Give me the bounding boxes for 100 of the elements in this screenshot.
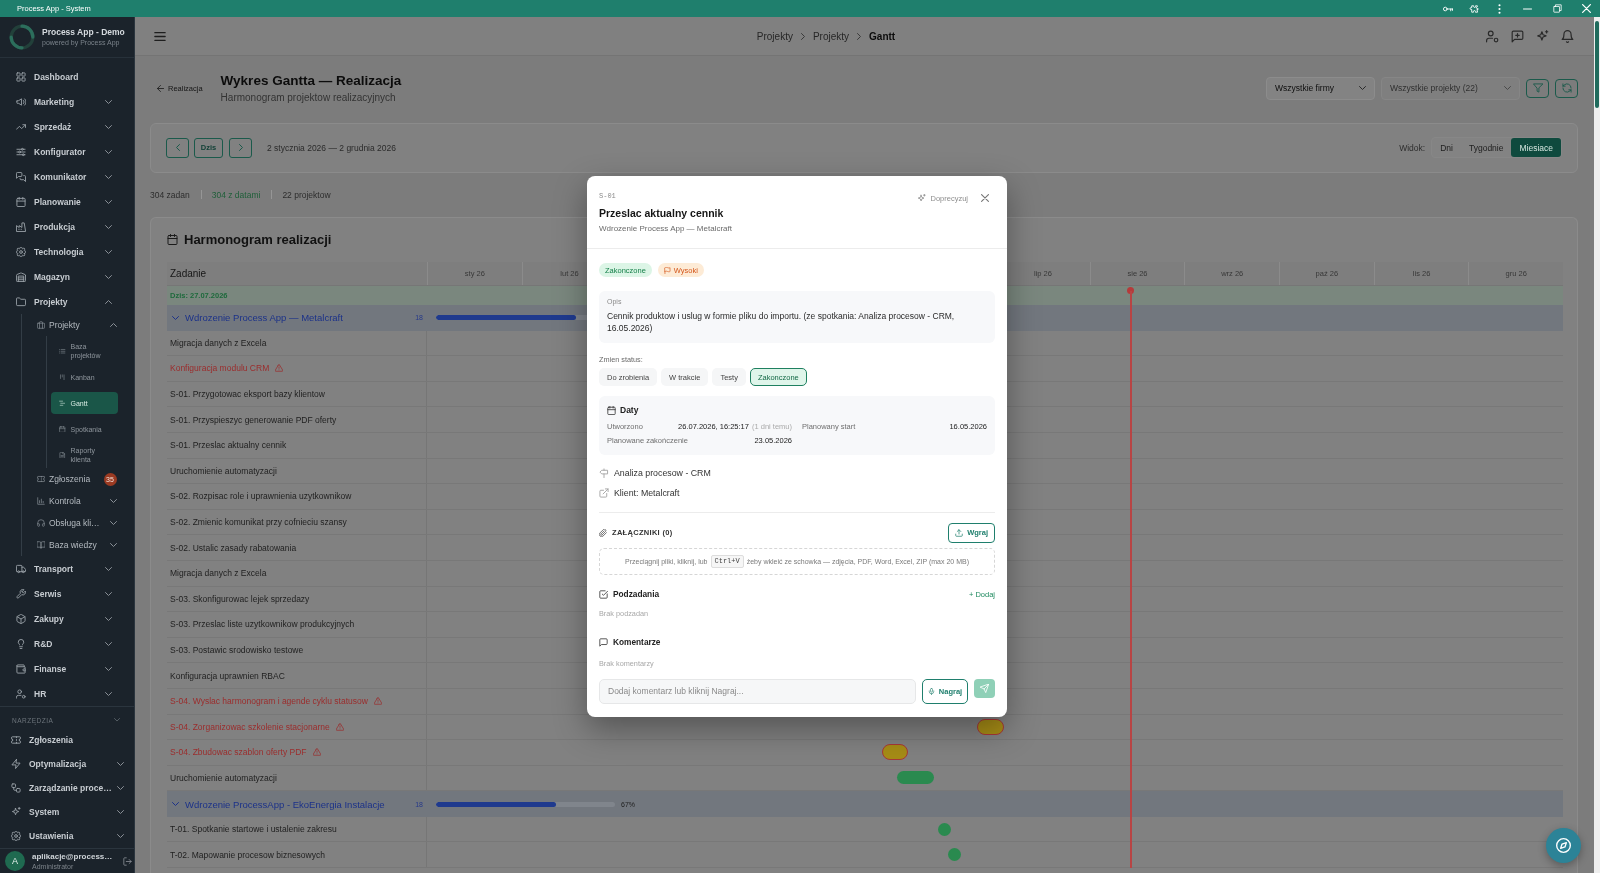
sidebar-item[interactable]: Optymalizacja bbox=[0, 752, 117, 776]
task-name[interactable]: S-03. Skonfigurowac lejek sprzedazy bbox=[170, 593, 310, 604]
sidebar-item[interactable]: Technologia bbox=[0, 239, 105, 264]
chevron-down-icon[interactable] bbox=[105, 174, 112, 179]
sidebar-item[interactable]: Zarządzanie proce… bbox=[0, 776, 117, 800]
kebab-menu-icon[interactable] bbox=[1498, 3, 1501, 14]
breadcrumb-link[interactable]: Projekty bbox=[756, 30, 793, 42]
wallet-icon bbox=[16, 663, 26, 674]
logout-icon[interactable] bbox=[123, 856, 132, 866]
view-tab[interactable]: Dni bbox=[1432, 138, 1461, 158]
chevron-down-icon[interactable] bbox=[116, 786, 124, 790]
sidebar-item[interactable]: Finanse bbox=[0, 656, 105, 681]
grid-icon bbox=[16, 71, 26, 82]
chevron-down-icon[interactable] bbox=[105, 566, 112, 571]
sidebar-item[interactable]: Konfigurator bbox=[0, 139, 105, 164]
task-name[interactable]: Uruchomienie automatyzacji bbox=[170, 773, 277, 783]
sidebar-item[interactable]: Marketing bbox=[0, 89, 105, 114]
sidebar-item[interactable]: Magazyn bbox=[0, 264, 105, 289]
chevron-down-icon[interactable] bbox=[105, 199, 112, 204]
task-name[interactable]: S-01. Przeslac aktualny cennik bbox=[170, 440, 287, 451]
comment-input[interactable]: Dodaj komentarz lub kliknij Nagraj... bbox=[599, 679, 916, 704]
chevron-down-icon[interactable] bbox=[105, 666, 112, 671]
chevron-down-icon[interactable] bbox=[172, 315, 179, 320]
task-name[interactable]: Konfiguracja uprawnien RBAC bbox=[170, 670, 285, 681]
settings-icon bbox=[11, 831, 21, 841]
bell-icon[interactable] bbox=[1561, 29, 1574, 43]
task-name[interactable]: T-01. Spotkanie startowe i ustalenie zakresu bbox=[170, 824, 337, 835]
chevron-down-icon[interactable] bbox=[116, 834, 124, 838]
chevron-down-icon[interactable] bbox=[109, 543, 117, 547]
meeting-link[interactable]: Analiza procesow - CRM bbox=[614, 467, 711, 478]
chevron-right-icon bbox=[238, 144, 243, 152]
sidebar-item[interactable]: HR bbox=[0, 681, 105, 706]
sparkle-icon[interactable] bbox=[1536, 29, 1549, 43]
sidebar-item[interactable]: Kontrola bbox=[22, 490, 110, 512]
sidebar-item[interactable]: Zgłoszenia bbox=[0, 728, 124, 752]
chevron-down-icon[interactable] bbox=[116, 762, 124, 766]
sidebar-item[interactable]: Ustawienia bbox=[0, 824, 117, 848]
sidebar-item[interactable]: Projekty bbox=[0, 289, 105, 314]
external-link-icon bbox=[599, 487, 609, 498]
task-name[interactable]: Migracja danych z Excela bbox=[170, 568, 267, 579]
chevron-down-icon[interactable] bbox=[105, 99, 112, 104]
task-name[interactable]: S-01. Przyspieszyc generowanie PDF oferty bbox=[170, 414, 337, 425]
sidebar-item[interactable]: Projekty bbox=[22, 314, 110, 336]
scrollbar-thumb[interactable] bbox=[1595, 21, 1599, 108]
chevron-down-icon[interactable] bbox=[105, 149, 112, 154]
task-name[interactable]: S-03. Przeslac liste uzytkownikow produkcyjnych bbox=[170, 619, 355, 630]
sidebar-item[interactable]: Dashboard bbox=[0, 64, 112, 89]
task-name[interactable]: Uruchomienie automatyzacji bbox=[170, 465, 277, 476]
task-name[interactable]: S-01. Przygotowac eksport bazy klientow bbox=[170, 389, 325, 400]
close-button[interactable] bbox=[981, 194, 989, 202]
chevron-down-icon[interactable] bbox=[105, 616, 112, 621]
chevron-down-icon[interactable] bbox=[105, 274, 112, 279]
sidebar-item[interactable]: Komunikator bbox=[0, 164, 105, 189]
chevron-down-icon[interactable] bbox=[109, 521, 117, 525]
warehouse-icon bbox=[16, 271, 26, 282]
chevron-down-icon[interactable] bbox=[116, 810, 124, 814]
sidebar-item[interactable]: Obsługa kli… bbox=[22, 512, 110, 534]
client-link[interactable]: Klient: Metalcraft bbox=[614, 487, 680, 498]
chevron-down-icon[interactable] bbox=[105, 641, 112, 646]
task-name[interactable]: S-02. Zmienic komunikat przy cofnieciu szansy bbox=[170, 517, 347, 528]
task-name[interactable]: S-02. Ustalic zasady rabatowania bbox=[170, 542, 297, 553]
close-icon[interactable] bbox=[1582, 4, 1591, 13]
sidebar-item[interactable]: Baza wiedzy bbox=[22, 534, 110, 556]
sidebar-item[interactable]: Zakupy bbox=[0, 606, 105, 631]
chevron-up-icon[interactable] bbox=[109, 323, 117, 327]
user-avatar: A bbox=[5, 851, 25, 871]
sidebar-item[interactable]: Sprzedaż bbox=[0, 114, 105, 139]
task-name[interactable]: S-03. Postawic srodowisko testowe bbox=[170, 645, 304, 655]
sidebar-item[interactable]: Serwis bbox=[0, 581, 105, 606]
message-plus-icon[interactable] bbox=[1511, 29, 1524, 43]
chevron-down-icon[interactable] bbox=[105, 224, 112, 229]
task-name[interactable]: Migracja danych z Excela bbox=[170, 337, 267, 348]
restore-icon[interactable] bbox=[1553, 4, 1562, 13]
sidebar-item[interactable]: Produkcja bbox=[0, 214, 105, 239]
user-icon[interactable] bbox=[1486, 29, 1499, 43]
chevron-down-icon[interactable] bbox=[105, 691, 112, 696]
sidebar-item[interactable]: R&D bbox=[0, 631, 105, 656]
task-name[interactable]: S-02. Rozpisac role i uprawnienia uzytkownikow bbox=[170, 491, 352, 502]
chevron-down-icon[interactable] bbox=[172, 802, 179, 807]
menu-icon[interactable] bbox=[154, 31, 166, 41]
filter-dropdown[interactable]: Wszystkie firmy bbox=[1266, 76, 1375, 100]
sidebar-item[interactable]: Transport bbox=[0, 556, 105, 581]
view-label: Widok: bbox=[1399, 142, 1426, 153]
chevron-down-icon[interactable] bbox=[105, 591, 112, 596]
sidebar-item[interactable]: Zgłoszenia bbox=[22, 468, 104, 490]
stat-text: 304 zadan bbox=[150, 188, 190, 201]
chevron-down-icon[interactable] bbox=[105, 249, 112, 254]
chevron-down-icon[interactable] bbox=[105, 124, 112, 129]
chevron-down-icon[interactable] bbox=[109, 499, 117, 503]
view-tab[interactable]: Miesiace bbox=[1511, 138, 1561, 158]
sidebar-item[interactable]: Planowanie bbox=[0, 189, 105, 214]
puzzle-icon[interactable] bbox=[1469, 3, 1479, 14]
task-name[interactable]: T-02. Mapowanie procesow biznesowych bbox=[170, 849, 325, 860]
view-tab[interactable]: Tygodnie bbox=[1460, 138, 1512, 158]
chevron-up-icon[interactable] bbox=[105, 299, 112, 304]
key-icon[interactable] bbox=[1443, 5, 1453, 12]
document-icon bbox=[59, 451, 66, 459]
breadcrumb-link[interactable]: Projekty bbox=[812, 30, 850, 42]
sidebar-item[interactable]: System bbox=[0, 800, 117, 824]
page-subtitle: Harmonogram projektow realizacyjnych bbox=[220, 91, 397, 105]
